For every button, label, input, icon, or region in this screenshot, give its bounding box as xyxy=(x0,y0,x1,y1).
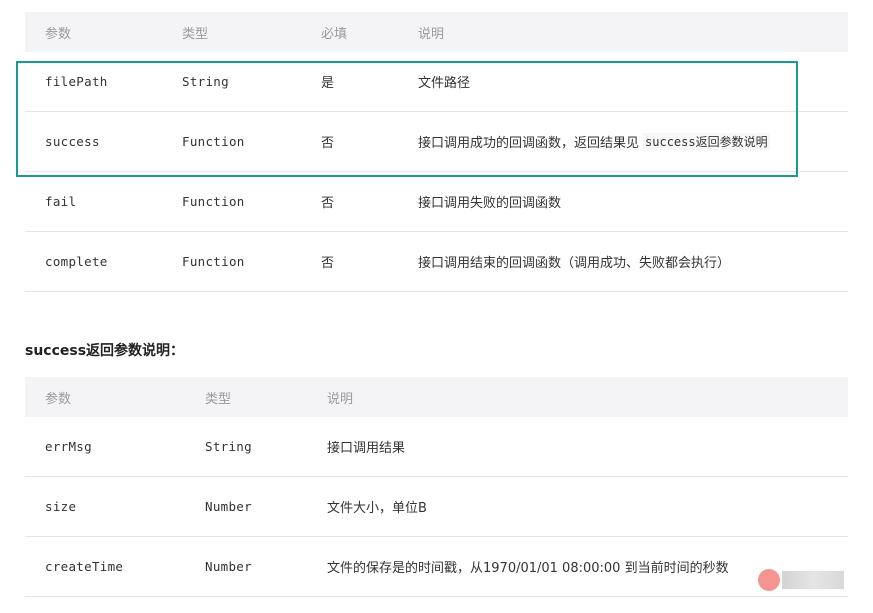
highlight-annotation-box xyxy=(16,61,798,177)
table-row: errMsg String 接口调用结果 xyxy=(25,417,848,477)
return-name: size xyxy=(45,499,77,514)
header-param: 参数 xyxy=(45,26,72,42)
param-desc-text: 接口调用失败的回调函数 xyxy=(418,196,562,211)
return-table: 参数 类型 说明 errMsg String 接口调用结果 size Numbe… xyxy=(25,377,848,597)
return-type: Number xyxy=(205,559,252,574)
section-title: success返回参数说明： xyxy=(25,343,185,359)
params-table-header: 参数 类型 必填 说明 xyxy=(25,12,848,52)
param-type: Function xyxy=(182,254,245,269)
return-desc: 文件大小，单位B xyxy=(327,501,427,516)
return-desc: 接口调用结果 xyxy=(327,441,406,456)
return-table-header: 参数 类型 说明 xyxy=(25,377,848,417)
header-type: 类型 xyxy=(182,26,209,42)
header-param: 参数 xyxy=(45,391,72,407)
return-type: Number xyxy=(205,499,252,514)
return-name: createTime xyxy=(45,559,124,574)
table-row: createTime Number 文件的保存是的时间戳，从1970/01/01… xyxy=(25,537,848,597)
param-desc: 接口调用结束的回调函数（调用成功、失败都会执行） xyxy=(418,232,730,291)
table-row: fail Function 否 接口调用失败的回调函数 xyxy=(25,172,848,232)
watermark-logo xyxy=(752,565,847,595)
param-name: complete xyxy=(45,254,108,269)
header-desc: 说明 xyxy=(418,26,445,42)
header-required: 必填 xyxy=(321,26,348,42)
table-row: size Number 文件大小，单位B xyxy=(25,477,848,537)
param-name: fail xyxy=(45,194,77,209)
return-desc: 文件的保存是的时间戳，从1970/01/01 08:00:00 到当前时间的秒数 xyxy=(327,561,729,576)
watermark-dot-icon xyxy=(758,569,780,591)
header-type: 类型 xyxy=(205,391,232,407)
return-type: String xyxy=(205,439,252,454)
param-desc-text: 接口调用结束的回调函数（调用成功、失败都会执行） xyxy=(418,256,731,271)
param-required: 否 xyxy=(321,256,335,271)
watermark-blur xyxy=(782,571,844,589)
header-desc: 说明 xyxy=(327,391,354,407)
page: 参数 类型 必填 说明 filePath String 是 文件路径 succe… xyxy=(0,0,873,613)
param-type: Function xyxy=(182,194,245,209)
table-row: complete Function 否 接口调用结束的回调函数（调用成功、失败都… xyxy=(25,232,848,292)
param-required: 否 xyxy=(321,196,335,211)
param-desc: 接口调用失败的回调函数 xyxy=(418,172,561,231)
return-name: errMsg xyxy=(45,439,92,454)
